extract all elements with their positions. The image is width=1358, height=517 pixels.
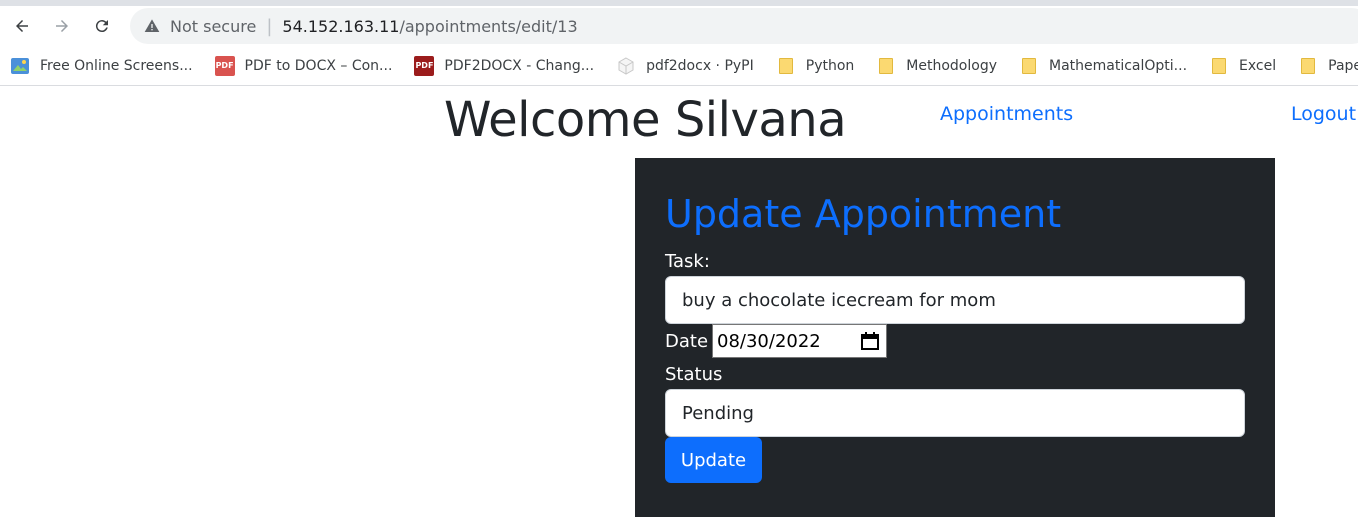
- forward-button[interactable]: [46, 10, 78, 42]
- date-label: Date: [665, 331, 709, 352]
- browser-toolbar: Not secure | 54.152.163.11/appointments/…: [0, 6, 1358, 46]
- bookmark-item[interactable]: Free Online Screens...: [10, 56, 193, 76]
- bookmark-label: Methodology: [906, 57, 997, 74]
- url-separator: |: [266, 15, 273, 37]
- folder-icon: [776, 56, 796, 76]
- url-host: 54.152.163.11: [282, 16, 400, 36]
- folder-icon: [1209, 56, 1229, 76]
- bookmark-label: MathematicalOpti...: [1049, 57, 1188, 74]
- folder-icon: [1298, 56, 1318, 76]
- folder-icon: [876, 56, 896, 76]
- status-input[interactable]: [665, 389, 1245, 437]
- security-label[interactable]: Not secure: [170, 17, 256, 36]
- status-label: Status: [665, 364, 723, 385]
- bookmark-folder[interactable]: Python: [776, 56, 855, 76]
- reload-button[interactable]: [86, 10, 118, 42]
- task-label: Task:: [665, 251, 710, 272]
- form-title: Update Appointment: [665, 192, 1062, 236]
- bookmark-item[interactable]: PDF PDF to DOCX – Con...: [214, 55, 393, 76]
- bookmark-label: PDF to DOCX – Con...: [244, 57, 393, 74]
- appointments-link[interactable]: Appointments: [940, 103, 1073, 125]
- arrow-right-icon: [56, 20, 68, 32]
- pypi-cube-icon: [616, 56, 636, 76]
- bookmark-label: Papers: [1328, 57, 1358, 74]
- address-bar[interactable]: Not secure | 54.152.163.11/appointments/…: [130, 8, 1358, 44]
- bookmark-label: PDF2DOCX - Chang...: [444, 57, 595, 74]
- bookmark-label: Excel: [1239, 57, 1277, 74]
- reload-icon: [95, 20, 108, 33]
- date-input[interactable]: 08/30/2022: [712, 324, 887, 358]
- back-button[interactable]: [6, 10, 38, 42]
- bookmark-label: Python: [805, 57, 855, 74]
- bookmark-folder[interactable]: Excel: [1209, 56, 1276, 76]
- welcome-heading: Welcome Silvana: [444, 92, 847, 148]
- task-input[interactable]: [665, 276, 1245, 324]
- date-value: 08/30/2022: [717, 330, 821, 352]
- screenshot-app-icon: [10, 56, 30, 76]
- arrow-left-icon: [16, 20, 28, 32]
- bookmark-item[interactable]: pdf2docx · PyPI: [616, 56, 754, 76]
- bookmark-folder[interactable]: MathematicalOpti...: [1019, 56, 1187, 76]
- logout-link[interactable]: Logout: [1291, 103, 1356, 125]
- bookmark-folder[interactable]: Methodology: [876, 56, 997, 76]
- calendar-icon[interactable]: [860, 331, 880, 351]
- pdf-icon: PDF: [214, 55, 235, 76]
- warning-icon: [144, 18, 160, 34]
- pdf-icon: PDF: [414, 55, 435, 76]
- bookmark-item[interactable]: PDF PDF2DOCX - Chang...: [414, 55, 595, 76]
- bookmark-folder[interactable]: Papers: [1298, 56, 1358, 76]
- bookmarks-bar: Free Online Screens... PDF PDF to DOCX –…: [0, 46, 1358, 86]
- bookmark-label: pdf2docx · PyPI: [646, 57, 754, 74]
- update-button[interactable]: Update: [665, 437, 762, 483]
- bookmark-label: Free Online Screens...: [40, 57, 193, 74]
- url-path: /appointments/edit/13: [399, 16, 578, 36]
- folder-icon: [1019, 56, 1039, 76]
- update-appointment-form: Update Appointment Task: Date 08/30/2022…: [635, 158, 1275, 517]
